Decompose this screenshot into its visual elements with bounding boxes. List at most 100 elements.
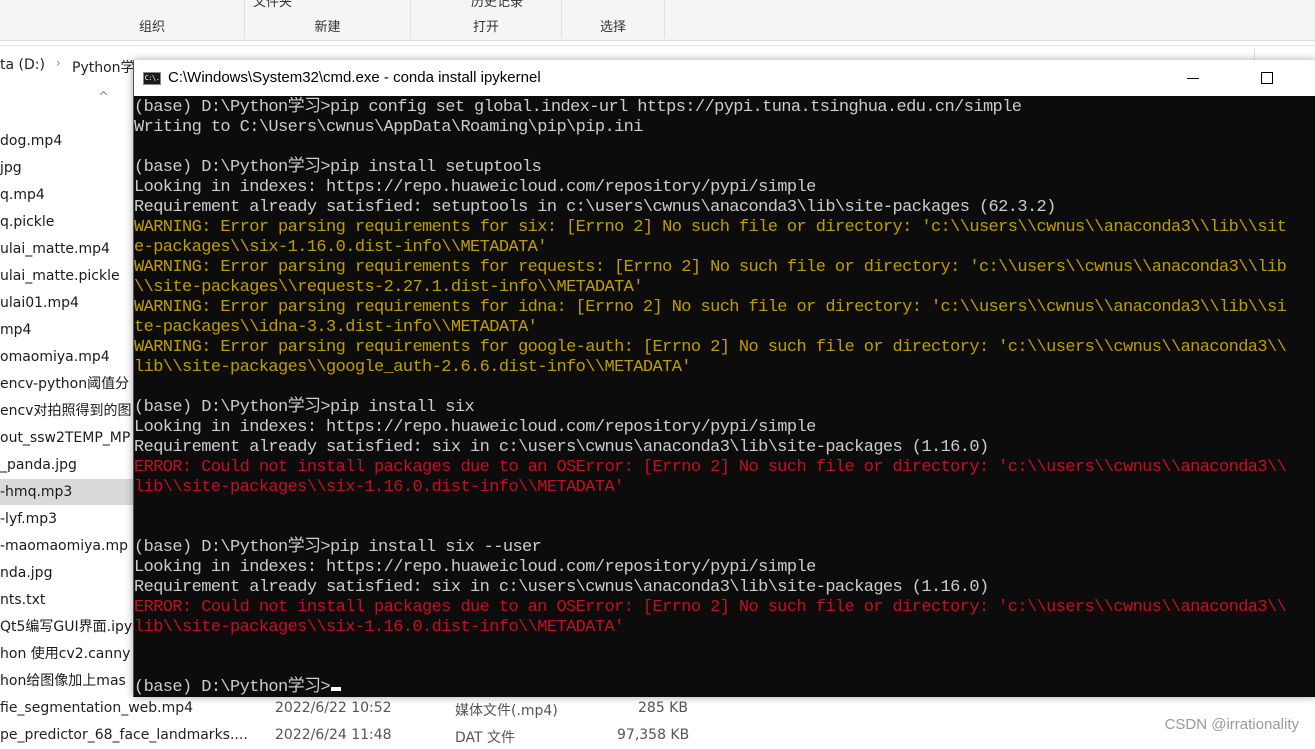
file-size: 285 KB xyxy=(638,700,688,716)
history-label[interactable]: 历史记录 xyxy=(471,0,523,10)
file-item[interactable]: ulai_matte.pickle xyxy=(0,263,134,289)
ribbon-group-organize[interactable]: 组织 xyxy=(60,0,245,38)
file-item[interactable]: q.mp4 xyxy=(0,182,134,208)
console-warning-line: WARNING: Error parsing requirements for … xyxy=(134,338,1287,358)
file-item[interactable]: encv-python阈值分 xyxy=(0,371,134,397)
file-item[interactable]: out_ssw2TEMP_MP xyxy=(0,425,134,451)
window-titlebar[interactable]: C:\. C:\Windows\System32\cmd.exe - conda… xyxy=(134,60,1315,96)
console-line-text: te-packages\\idna-3.3.dist-info\\METADAT… xyxy=(134,318,538,337)
console-line-text: Requirement already satisfied: six in c:… xyxy=(134,578,989,597)
ribbon-group-label: 组织 xyxy=(138,20,165,35)
cmd-window[interactable]: C:\. C:\Windows\System32\cmd.exe - conda… xyxy=(133,60,1315,697)
console-line: Looking in indexes: https://repo.huaweic… xyxy=(134,418,816,438)
file-item[interactable]: hon 使用cv2.canny xyxy=(0,641,134,667)
console-line-text: e-packages\\six-1.16.0.dist-info\\METADA… xyxy=(134,238,547,257)
console-warning-line: WARNING: Error parsing requirements for … xyxy=(134,298,1287,318)
file-item[interactable]: nts.txt xyxy=(0,587,134,613)
file-size: 97,358 KB xyxy=(617,727,690,743)
ribbon-group-label: 新建 xyxy=(314,20,341,35)
console-line-text: lib\\site-packages\\six-1.16.0.dist-info… xyxy=(134,478,624,497)
console-line-text: ERROR: Could not install packages due to… xyxy=(134,458,1287,477)
console-line: Looking in indexes: https://repo.huaweic… xyxy=(134,178,816,198)
file-item[interactable]: -maomaomiya.mp xyxy=(0,533,134,559)
file-name: pe_predictor_68_face_landmarks.... xyxy=(0,727,248,743)
console-warning-line: WARNING: Error parsing requirements for … xyxy=(134,218,1287,238)
console-line: Requirement already satisfied: setuptool… xyxy=(134,198,1056,218)
file-list-bottom: fie_segmentation_web.mp4 2022/6/22 10:52… xyxy=(0,696,1315,746)
file-item[interactable]: nda.jpg xyxy=(0,560,134,586)
console-line-text: Writing to C:\Users\cwnus\AppData\Roamin… xyxy=(134,118,643,137)
console-warning-line: e-packages\\six-1.16.0.dist-info\\METADA… xyxy=(134,238,547,258)
file-item[interactable]: ulai_matte.mp4 xyxy=(0,236,134,262)
console-line-text: (base) D:\Python学习>pip config set global… xyxy=(134,98,1022,117)
file-item[interactable]: jpg xyxy=(0,155,134,181)
chevron-right-icon[interactable]: › xyxy=(56,56,61,70)
console-line: (base) D:\Python学习>pip install setuptool… xyxy=(134,158,542,178)
console-line: (base) D:\Python学习>pip install six xyxy=(134,398,475,418)
console-warning-line: \\site-packages\\requests-2.27.1.dist-in… xyxy=(134,278,643,298)
console-warning-line: te-packages\\idna-3.3.dist-info\\METADAT… xyxy=(134,318,538,338)
file-item[interactable]: q.pickle xyxy=(0,209,134,235)
file-row[interactable]: fie_segmentation_web.mp4 2022/6/22 10:52… xyxy=(0,696,1315,722)
file-item[interactable]: -lyf.mp3 xyxy=(0,506,134,532)
breadcrumb-drive[interactable]: ta (D:) xyxy=(0,57,45,73)
console-line-text: (base) D:\Python学习>pip install six xyxy=(134,398,475,417)
console-line: Requirement already satisfied: six in c:… xyxy=(134,578,989,598)
ribbon-group-new[interactable]: 文件夹 新建 xyxy=(245,0,411,38)
cmd-icon: C:\. xyxy=(143,72,161,85)
text-cursor xyxy=(331,687,342,691)
console-line-text: WARNING: Error parsing requirements for … xyxy=(134,218,1287,237)
window-title: C:\Windows\System32\cmd.exe - conda inst… xyxy=(168,69,541,86)
file-item[interactable]: dog.mp4 xyxy=(0,128,134,154)
file-date: 2022/6/24 11:48 xyxy=(275,727,392,743)
console-line-text: ERROR: Could not install packages due to… xyxy=(134,598,1287,617)
console-error-line: ERROR: Could not install packages due to… xyxy=(134,458,1287,478)
file-row[interactable]: pe_predictor_68_face_landmarks.... 2022/… xyxy=(0,723,1315,749)
console-line-text: Looking in indexes: https://repo.huaweic… xyxy=(134,178,816,197)
maximize-button[interactable] xyxy=(1242,60,1288,96)
console-line-text: WARNING: Error parsing requirements for … xyxy=(134,258,1287,277)
console-error-line: ERROR: Could not install packages due to… xyxy=(134,598,1287,618)
console-line: Writing to C:\Users\cwnus\AppData\Roamin… xyxy=(134,118,643,138)
console-line: Requirement already satisfied: six in c:… xyxy=(134,438,989,458)
console-line-text: Looking in indexes: https://repo.huaweic… xyxy=(134,558,816,577)
console-line-text: Requirement already satisfied: setuptool… xyxy=(134,198,1056,217)
file-list: ^ dog.mp4 jpg q.mp4 q.pickle ulai_matte.mp4 u… xyxy=(0,86,134,706)
file-item[interactable]: Qt5编写GUI界面.ipy xyxy=(0,614,134,640)
console-line: Looking in indexes: https://repo.huaweic… xyxy=(134,558,816,578)
console-line-text: Looking in indexes: https://repo.huaweic… xyxy=(134,418,816,437)
file-item[interactable]: _panda.jpg xyxy=(0,452,134,478)
console-line-text: (base) D:\Python学习>pip install setuptool… xyxy=(134,158,542,177)
file-item[interactable]: encv对拍照得到的图 xyxy=(0,398,134,424)
console-line: (base) D:\Python学习>pip config set global… xyxy=(134,98,1022,118)
new-folder-label[interactable]: 文件夹 xyxy=(253,0,292,10)
sort-up-icon[interactable]: ^ xyxy=(98,90,109,105)
file-date: 2022/6/22 10:52 xyxy=(275,700,392,716)
console-line: (base) D:\Python学习> xyxy=(134,678,342,697)
file-type: 媒体文件(.mp4) xyxy=(455,703,558,719)
ribbon-group-select[interactable]: 选择 xyxy=(562,0,665,38)
file-item[interactable]: mp4 xyxy=(0,317,134,343)
console-warning-line: WARNING: Error parsing requirements for … xyxy=(134,258,1287,278)
file-item[interactable]: omaomiya.mp4 xyxy=(0,344,134,370)
minimize-button[interactable] xyxy=(1170,60,1216,96)
ribbon-group-open[interactable]: 历史记录 打开 xyxy=(411,0,562,38)
console-line-text: \\site-packages\\requests-2.27.1.dist-in… xyxy=(134,278,643,297)
console-line-text: WARNING: Error parsing requirements for … xyxy=(134,338,1287,357)
console-line-text: (base) D:\Python学习> xyxy=(134,678,331,697)
console-line: (base) D:\Python学习>pip install six --use… xyxy=(134,538,542,558)
console-error-line: lib\\site-packages\\six-1.16.0.dist-info… xyxy=(134,478,624,498)
file-item[interactable]: -hmq.mp3 xyxy=(0,479,134,505)
console-warning-line: lib\\site-packages\\google_auth-2.6.6.di… xyxy=(134,358,692,378)
console-output[interactable]: (base) D:\Python学习>pip config set global… xyxy=(134,97,1315,697)
console-line-text: Requirement already satisfied: six in c:… xyxy=(134,438,989,457)
file-item[interactable]: hon给图像加上mas xyxy=(0,668,134,694)
file-name: fie_segmentation_web.mp4 xyxy=(0,700,194,716)
ribbon-group-label: 打开 xyxy=(472,20,499,35)
console-line-text: WARNING: Error parsing requirements for … xyxy=(134,298,1287,317)
file-item[interactable]: ulai01.mp4 xyxy=(0,290,134,316)
console-line-text: lib\\site-packages\\six-1.16.0.dist-info… xyxy=(134,618,624,637)
watermark: CSDN @irrationality xyxy=(1164,716,1299,733)
console-line-text: lib\\site-packages\\google_auth-2.6.6.di… xyxy=(134,358,692,377)
console-error-line: lib\\site-packages\\six-1.16.0.dist-info… xyxy=(134,618,624,638)
